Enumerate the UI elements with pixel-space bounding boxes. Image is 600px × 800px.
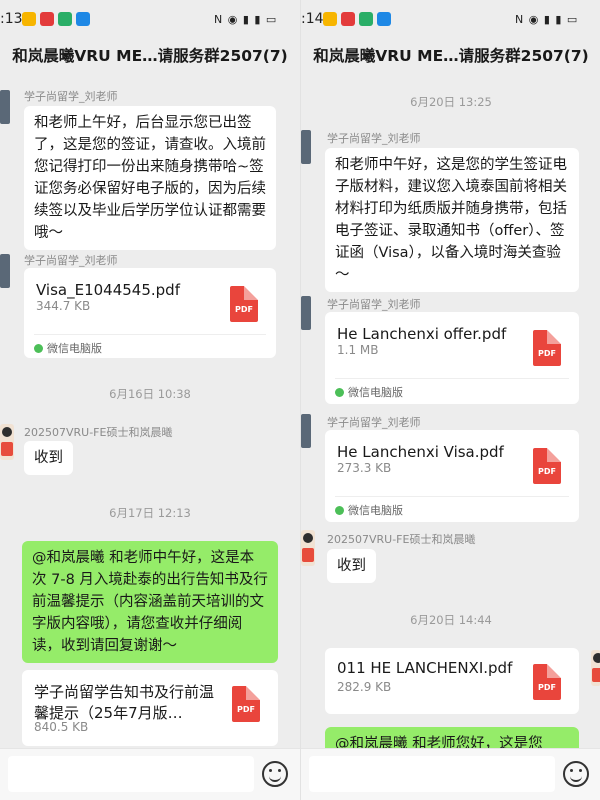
- file-name: He Lanchenxi offer.pdf: [337, 325, 507, 343]
- wechat-pc-icon: [34, 344, 43, 353]
- sender-name: 202507VRU-FE硕士和岚晨曦: [327, 533, 476, 546]
- weibo-icon: [40, 12, 54, 26]
- avatar[interactable]: [301, 296, 311, 330]
- status-bar: :14 N ◉ ▮ ▮ ▭: [301, 0, 600, 40]
- message-bubble[interactable]: 收到: [24, 441, 73, 475]
- message-icon: [76, 12, 90, 26]
- message-input[interactable]: [309, 756, 555, 792]
- file-source-label: 微信电脑版: [348, 504, 403, 517]
- file-name: Visa_E1044545.pdf: [36, 281, 180, 299]
- status-time: :14: [301, 11, 324, 27]
- avatar[interactable]: [301, 414, 311, 448]
- signal-icons: N ◉ ▮ ▮ ▭: [515, 13, 579, 26]
- timestamp: 6月16日 10:38: [109, 387, 191, 401]
- weibo-icon: [341, 12, 355, 26]
- chat-title[interactable]: 和岚晨曦VRU ME…请服务群2507(7): [0, 44, 300, 66]
- divider: [34, 334, 266, 335]
- avatar[interactable]: [0, 90, 10, 124]
- timestamp: 6月20日 14:44: [410, 613, 492, 627]
- status-bar: :13 N ◉ ▮ ▮ ▭: [0, 0, 300, 40]
- file-message[interactable]: 011 HE LANCHENXI.pdf 282.9 KB PDF: [325, 648, 579, 714]
- message-bubble-self[interactable]: @和岚晨曦 和老师中午好，这是本次 7-8 月入境赴泰的出行告知书及行前温馨提示…: [22, 541, 278, 663]
- file-message[interactable]: He Lanchenxi Visa.pdf 273.3 KB PDF 微信电脑版: [325, 430, 579, 522]
- file-message[interactable]: He Lanchenxi offer.pdf 1.1 MB PDF 微信电脑版: [325, 312, 579, 404]
- message-input[interactable]: [8, 756, 254, 792]
- input-bar: [0, 748, 300, 800]
- notification-icon: [22, 12, 36, 26]
- notification-icon: [323, 12, 337, 26]
- timestamp: 6月17日 12:13: [109, 506, 191, 520]
- message-bubble[interactable]: 和老师上午好，后台显示您已出签了，这是您的签证，请查收。入境前您记得打印一份出来…: [24, 106, 276, 250]
- file-size: 1.1 MB: [337, 343, 379, 357]
- file-source: 微信电脑版: [335, 502, 403, 518]
- emoji-icon[interactable]: [262, 761, 288, 787]
- avatar[interactable]: [301, 130, 311, 164]
- sender-name: 202507VRU-FE硕士和岚晨曦: [24, 426, 173, 439]
- file-message[interactable]: 学子尚留学告知书及行前温馨提示（25年7月版… 840.5 KB PDF: [22, 670, 278, 746]
- sender-name: 学子尚留学_刘老师: [327, 132, 421, 145]
- avatar[interactable]: [0, 424, 14, 460]
- chat-panel-right: :14 N ◉ ▮ ▮ ▭ 和岚晨曦VRU ME…请服务群2507(7) 6月2…: [300, 0, 600, 800]
- file-size: 273.3 KB: [337, 461, 392, 475]
- wechat-icon: [58, 12, 72, 26]
- file-size: 840.5 KB: [34, 720, 89, 734]
- file-name: He Lanchenxi Visa.pdf: [337, 443, 504, 461]
- message-bubble[interactable]: 收到: [327, 549, 376, 583]
- chat-panel-left: :13 N ◉ ▮ ▮ ▭ 和岚晨曦VRU ME…请服务群2507(7) 学子尚…: [0, 0, 300, 800]
- sender-name: 学子尚留学_刘老师: [24, 90, 118, 103]
- file-source-label: 微信电脑版: [348, 386, 403, 399]
- file-source-label: 微信电脑版: [47, 342, 102, 355]
- chat-title[interactable]: 和岚晨曦VRU ME…请服务群2507(7): [301, 44, 600, 66]
- emoji-icon[interactable]: [563, 761, 589, 787]
- status-time: :13: [0, 11, 23, 27]
- wechat-pc-icon: [335, 506, 344, 515]
- pdf-icon: PDF: [230, 286, 258, 322]
- avatar[interactable]: [0, 254, 10, 288]
- file-message[interactable]: Visa_E1044545.pdf 344.7 KB PDF 微信电脑版: [24, 268, 276, 358]
- timestamp: 6月20日 13:25: [410, 95, 492, 109]
- avatar[interactable]: [301, 530, 315, 566]
- input-bar: [301, 748, 600, 800]
- file-source: 微信电脑版: [335, 384, 403, 400]
- file-size: 344.7 KB: [36, 299, 91, 313]
- file-size: 282.9 KB: [337, 680, 392, 694]
- wechat-icon: [359, 12, 373, 26]
- file-name: 011 HE LANCHENXI.pdf: [337, 659, 513, 677]
- sender-name: 学子尚留学_刘老师: [327, 298, 421, 311]
- pdf-icon: PDF: [533, 330, 561, 366]
- sender-name: 学子尚留学_刘老师: [327, 416, 421, 429]
- pdf-icon: PDF: [533, 448, 561, 484]
- file-name: 学子尚留学告知书及行前温馨提示（25年7月版…: [34, 683, 215, 722]
- avatar[interactable]: [591, 650, 600, 686]
- wechat-pc-icon: [335, 388, 344, 397]
- divider: [335, 378, 569, 379]
- message-icon: [377, 12, 391, 26]
- pdf-icon: PDF: [533, 664, 561, 700]
- signal-icons: N ◉ ▮ ▮ ▭: [214, 13, 278, 26]
- message-bubble[interactable]: 和老师中午好，这是您的学生签证电子版材料，建议您入境泰国前将相关材料打印为纸质版…: [325, 148, 579, 292]
- pdf-icon: PDF: [232, 686, 260, 722]
- divider: [335, 496, 569, 497]
- file-source: 微信电脑版: [34, 340, 102, 356]
- sender-name: 学子尚留学_刘老师: [24, 254, 118, 267]
